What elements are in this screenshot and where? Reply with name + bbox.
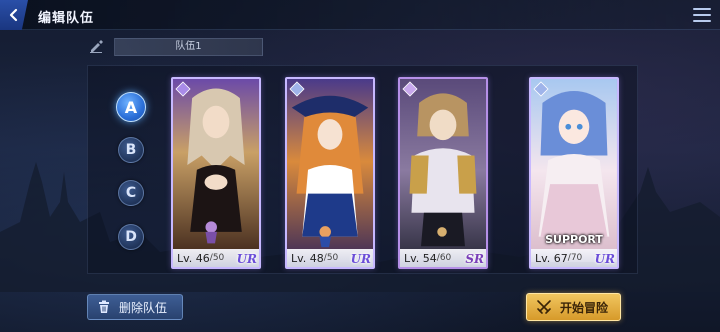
menu-icon	[693, 8, 711, 10]
team-tab-b[interactable]: B	[118, 137, 144, 163]
start-adventure-label: 开始冒险	[560, 300, 609, 315]
character-portrait	[287, 79, 373, 263]
character-card-2[interactable]: Lv. 48/50 UR	[285, 77, 375, 269]
character-card-1[interactable]: Lv. 46/50 UR	[171, 77, 261, 269]
start-adventure-button[interactable]: 开始冒险	[526, 293, 621, 321]
back-button[interactable]	[0, 0, 28, 30]
trash-icon	[99, 300, 109, 313]
support-card[interactable]: SUPPORT Lv. 67/70 UR	[529, 77, 619, 269]
level-value: Lv. 54	[404, 251, 437, 265]
level-max: /60	[436, 253, 452, 263]
level-value: Lv. 48	[291, 251, 324, 265]
level-value: Lv. 67	[535, 251, 568, 265]
support-label: SUPPORT	[545, 233, 603, 246]
rarity-badge: SR	[465, 252, 484, 266]
element-icon	[533, 81, 549, 97]
element-icon	[175, 81, 191, 97]
team-name-field[interactable]: 队伍1	[114, 38, 263, 56]
element-icon	[289, 81, 305, 97]
back-arrow-icon	[9, 8, 18, 22]
level-value: Lv. 46	[177, 251, 210, 265]
team-tab-a[interactable]: A	[116, 92, 146, 122]
character-portrait	[400, 79, 486, 263]
rarity-badge: UR	[594, 252, 615, 266]
level-max: /50	[323, 253, 339, 263]
pencil-icon[interactable]	[89, 39, 103, 53]
top-bar: 编辑队伍	[0, 0, 720, 30]
level-max: /70	[567, 253, 583, 263]
character-portrait	[173, 79, 259, 263]
rarity-badge: UR	[236, 252, 257, 266]
character-card-3[interactable]: Lv. 54/60 SR	[398, 77, 488, 269]
team-tab-c[interactable]: C	[118, 180, 144, 206]
menu-button[interactable]	[692, 6, 712, 24]
delete-team-button[interactable]: 删除队伍	[87, 294, 183, 320]
rarity-badge: UR	[350, 252, 371, 266]
team-tab-d[interactable]: D	[118, 224, 144, 250]
crossed-swords-icon	[537, 300, 551, 314]
element-icon	[402, 81, 418, 97]
page-title: 编辑队伍	[38, 11, 95, 26]
delete-team-label: 删除队伍	[119, 300, 168, 315]
level-max: /50	[209, 253, 225, 263]
